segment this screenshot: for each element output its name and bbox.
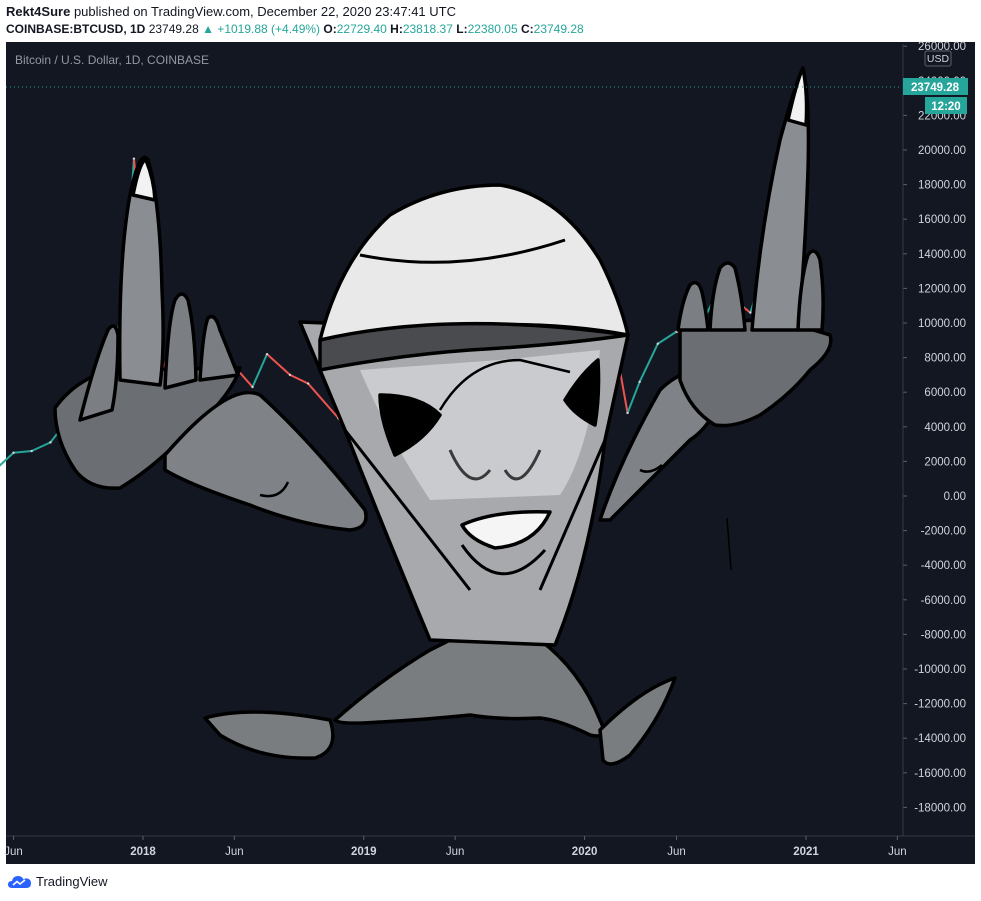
tradingview-logo[interactable]: TradingView [8, 874, 108, 889]
low-value: 22380.05 [467, 22, 518, 36]
published-text: published on TradingView.com, December 2… [73, 4, 456, 19]
high-value: 23818.37 [402, 22, 453, 36]
series-legend-title[interactable]: Bitcoin / U.S. Dollar, 1D, COINBASE [15, 53, 209, 67]
ohlc-line: COINBASE:BTCUSD, 1D 23749.28 ▲ +1019.88 … [6, 22, 584, 36]
open-value: 22729.40 [336, 22, 387, 36]
close-label: C: [520, 22, 534, 36]
open-label: O: [323, 22, 337, 36]
high-label: H: [390, 22, 403, 36]
last-price: 23749.28 [148, 22, 199, 36]
close-value: 23749.28 [533, 22, 584, 36]
tradingview-brand: TradingView [36, 874, 108, 889]
footer [0, 864, 981, 901]
publish-info: Rekt4Sure published on TradingView.com, … [6, 4, 456, 19]
publish-header: Rekt4Sure published on TradingView.com, … [0, 0, 981, 42]
low-label: L: [456, 22, 468, 36]
tradingview-cloud-icon [8, 875, 31, 888]
symbol-label: COINBASE:BTCUSD, 1D [6, 22, 146, 36]
price-change: ▲ +1019.88 (+4.49%) [202, 22, 321, 36]
author-name[interactable]: Rekt4Sure [6, 4, 70, 19]
chart-panel[interactable] [6, 42, 975, 864]
